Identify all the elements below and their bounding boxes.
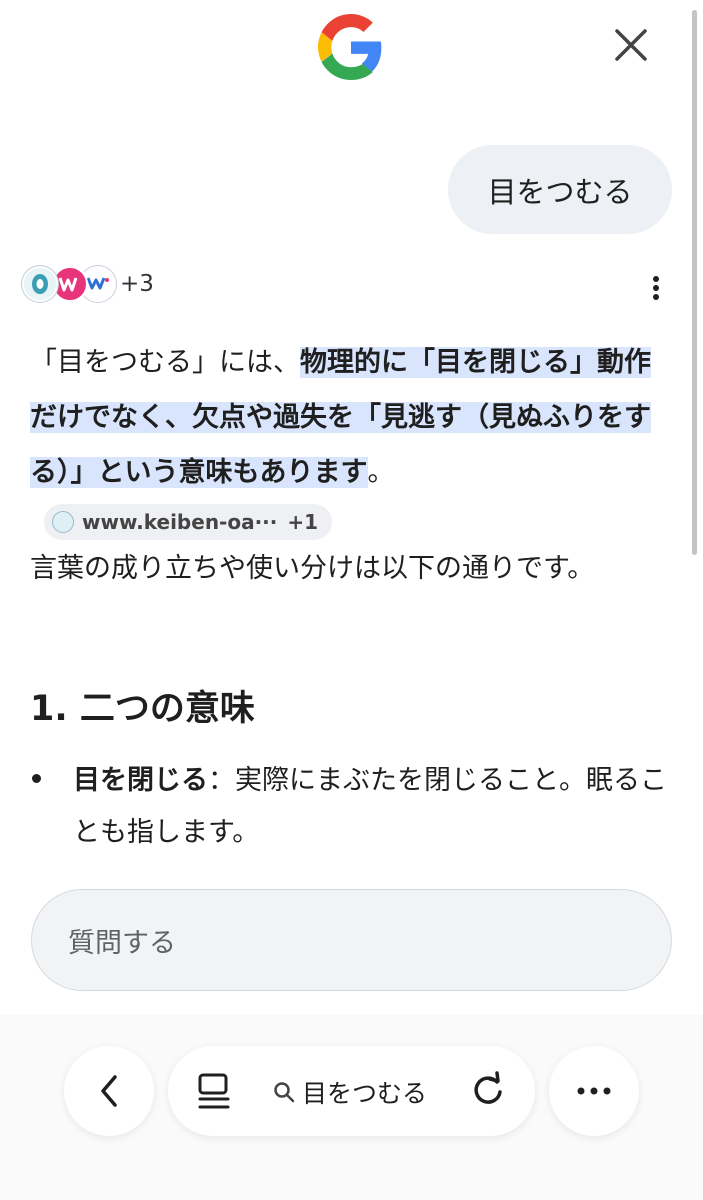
citation-extra-count: +1 [287, 510, 319, 534]
address-query[interactable]: 目をつむる [272, 1072, 427, 1112]
back-arrow-icon [101, 1075, 117, 1107]
citation-favicon-icon [52, 511, 74, 533]
ask-input[interactable]: 質問する [31, 889, 672, 991]
body-paragraph: 言葉の成り立ちや使い分けは以下の通りです。 [30, 553, 595, 584]
source-w-logo-icon [58, 277, 78, 292]
source-w-logo-icon [86, 277, 109, 290]
answer-paragraph: 「目をつむる」には、物理的に「目を閉じる」動作だけでなく、欠点や過失を「見逃す（… [30, 335, 670, 555]
list-item: 目を閉じる：実際にまぶたを閉じること。眠ることも指します。 [73, 755, 673, 859]
citation-chip[interactable]: www.keiben-oa··· +1 [44, 504, 333, 540]
sources-more-count[interactable]: +3 [120, 271, 154, 297]
reload-icon[interactable] [468, 1070, 508, 1110]
response-more-button[interactable] [640, 268, 672, 308]
list-item-term: 目を閉じる [73, 765, 208, 796]
source-favicon-1[interactable] [22, 266, 58, 302]
answer-intro: 「目をつむる」には、 [30, 347, 300, 378]
source-logo-icon [32, 274, 48, 294]
answer-period: 。 [367, 457, 395, 488]
bullet-dot [32, 774, 41, 783]
section-heading: 1. 二つの意味 [30, 689, 255, 729]
address-query-text: 目をつむる [302, 1079, 428, 1108]
user-query-bubble: 目をつむる [448, 145, 672, 234]
tabs-icon[interactable] [196, 1072, 232, 1112]
more-options-button[interactable] [549, 1046, 639, 1136]
citation-domain: www.keiben-oa··· [82, 510, 278, 534]
scrollbar-thumb[interactable] [692, 10, 697, 555]
user-query-text: 目をつむる [487, 174, 633, 209]
back-button[interactable] [64, 1046, 154, 1136]
close-button[interactable] [600, 14, 662, 76]
google-logo [318, 14, 382, 80]
search-icon [274, 1082, 295, 1103]
more-vertical-icon [653, 276, 659, 300]
close-icon [615, 29, 647, 61]
ask-input-placeholder: 質問する [68, 927, 176, 959]
more-horizontal-icon [577, 1087, 611, 1095]
